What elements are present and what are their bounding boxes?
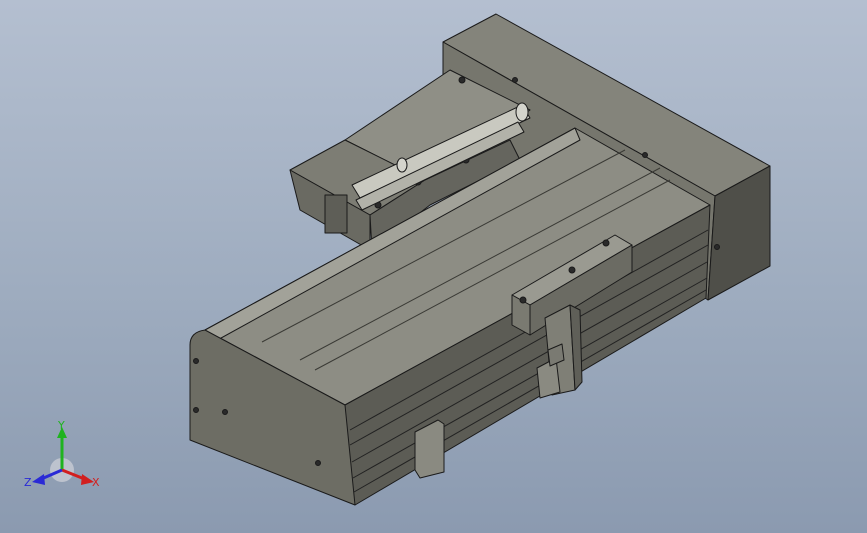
screw-hole-icon [193, 407, 199, 413]
motor-end-cap [324, 194, 348, 234]
screw-hole-icon [642, 152, 648, 158]
screw-hole-icon [519, 296, 527, 304]
coordinate-triad: Y X Z [24, 419, 100, 489]
linear-actuator-model[interactable] [0, 0, 867, 533]
screw-hole-icon [714, 244, 720, 250]
screw-hole-icon [315, 460, 321, 466]
screw-hole-icon [193, 358, 199, 364]
screw-hole-icon [458, 76, 466, 84]
cad-viewport[interactable]: Y X Z [0, 0, 867, 533]
screw-hole-icon [602, 239, 610, 247]
z-axis-label: Z [24, 476, 32, 489]
y-axis-label: Y [57, 419, 65, 432]
screw-hole-icon [222, 409, 228, 415]
screw-hole-icon [568, 266, 576, 274]
x-axis-label: X [92, 476, 100, 489]
screw-hole-icon [512, 77, 518, 83]
